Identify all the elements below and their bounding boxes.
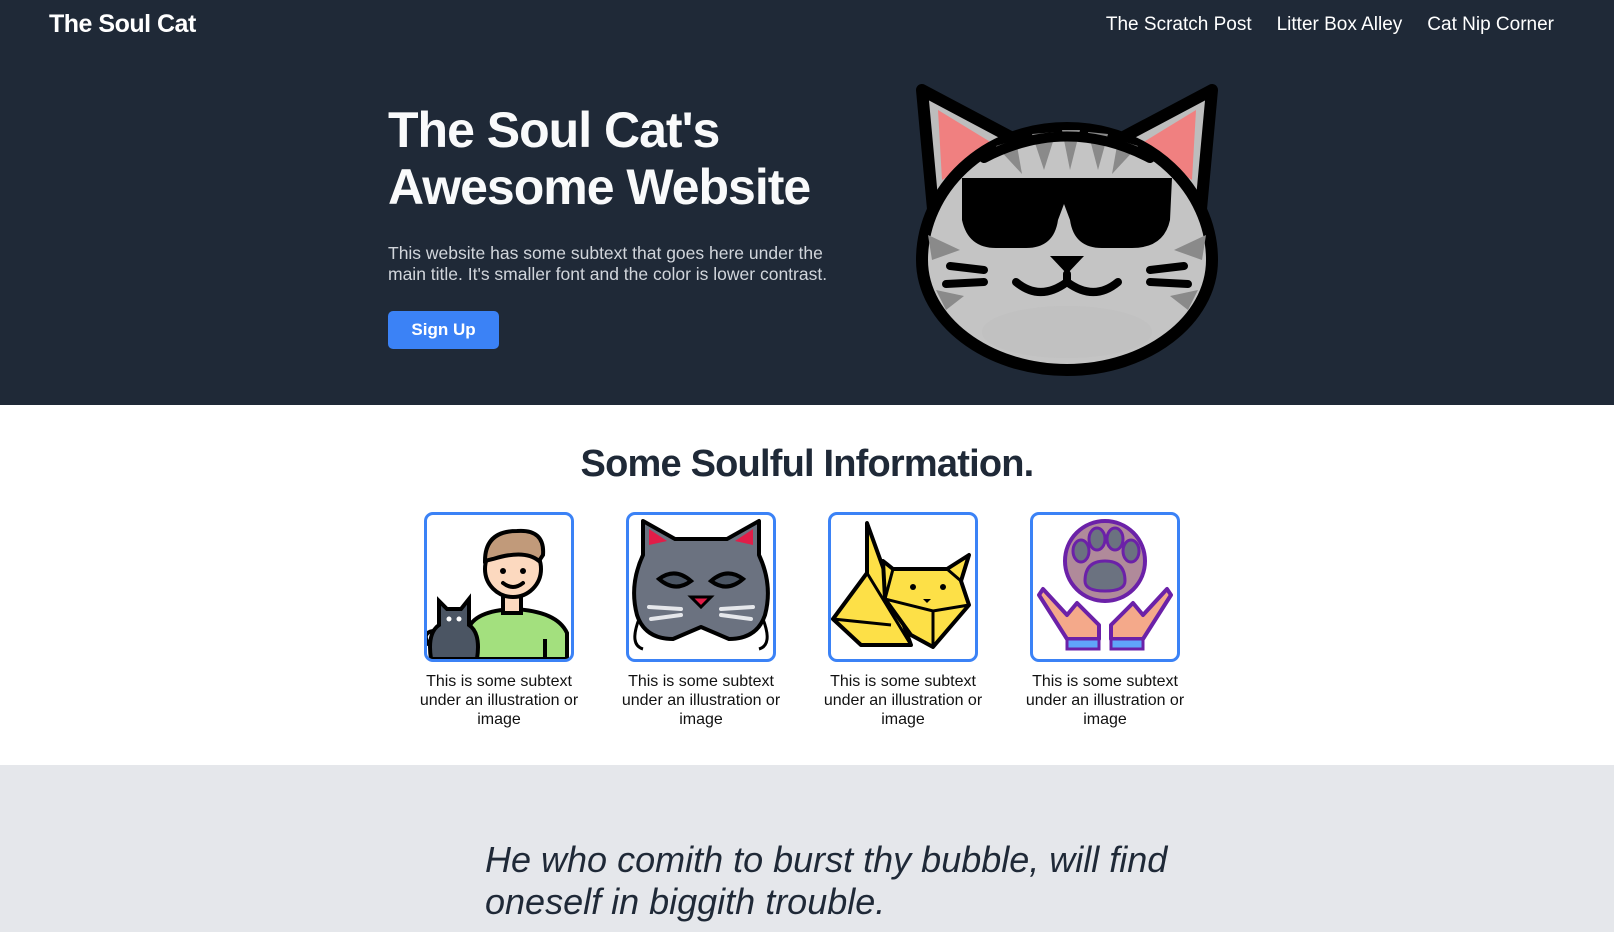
info-card: This is some subtext under an illustrati… <box>1026 512 1184 729</box>
info-card: This is some subtext under an illustrati… <box>622 512 780 729</box>
nav-link-litter-box-alley[interactable]: Litter Box Alley <box>1277 8 1403 42</box>
main-nav: The Scratch Post Litter Box Alley Cat Ni… <box>1106 8 1554 42</box>
card-caption: This is some subtext under an illustrati… <box>823 673 983 728</box>
hero-section: The Soul Cat The Scratch Post Litter Box… <box>0 0 1614 405</box>
card-caption: This is some subtext under an illustrati… <box>419 673 579 728</box>
card-image-frame <box>626 512 776 662</box>
nav-link-scratch-post[interactable]: The Scratch Post <box>1106 8 1252 42</box>
person-with-cat-icon <box>427 528 569 659</box>
nav-link-cat-nip-corner[interactable]: Cat Nip Corner <box>1427 8 1554 42</box>
cat-mask-icon <box>632 519 770 651</box>
quote-section: He who comith to burst thy bubble, will … <box>0 765 1614 932</box>
card-caption: This is some subtext under an illustrati… <box>621 673 781 728</box>
cool-cat-sunglasses-icon <box>915 84 1219 377</box>
info-card: This is some subtext under an illustrati… <box>824 512 982 729</box>
card-image-frame <box>424 512 574 662</box>
origami-cat-icon <box>831 521 971 649</box>
card-caption: This is some subtext under an illustrati… <box>1025 673 1185 728</box>
quote-text: He who comith to burst thy bubble, will … <box>485 839 1168 922</box>
brand-logo[interactable]: The Soul Cat <box>49 6 196 42</box>
card-image-frame <box>1030 512 1180 662</box>
sign-up-button[interactable]: Sign Up <box>388 311 499 349</box>
hero-subtitle: This website has some subtext that goes … <box>388 243 828 284</box>
hero-title: The Soul Cat's Awesome Website <box>388 102 811 215</box>
section-heading: Some Soulful Information. <box>580 443 1035 485</box>
info-card: This is some subtext under an illustrati… <box>420 512 578 729</box>
card-image-frame <box>828 512 978 662</box>
hands-holding-paw-icon <box>1037 519 1173 651</box>
info-card-list: This is some subtext under an illustrati… <box>420 512 1184 729</box>
